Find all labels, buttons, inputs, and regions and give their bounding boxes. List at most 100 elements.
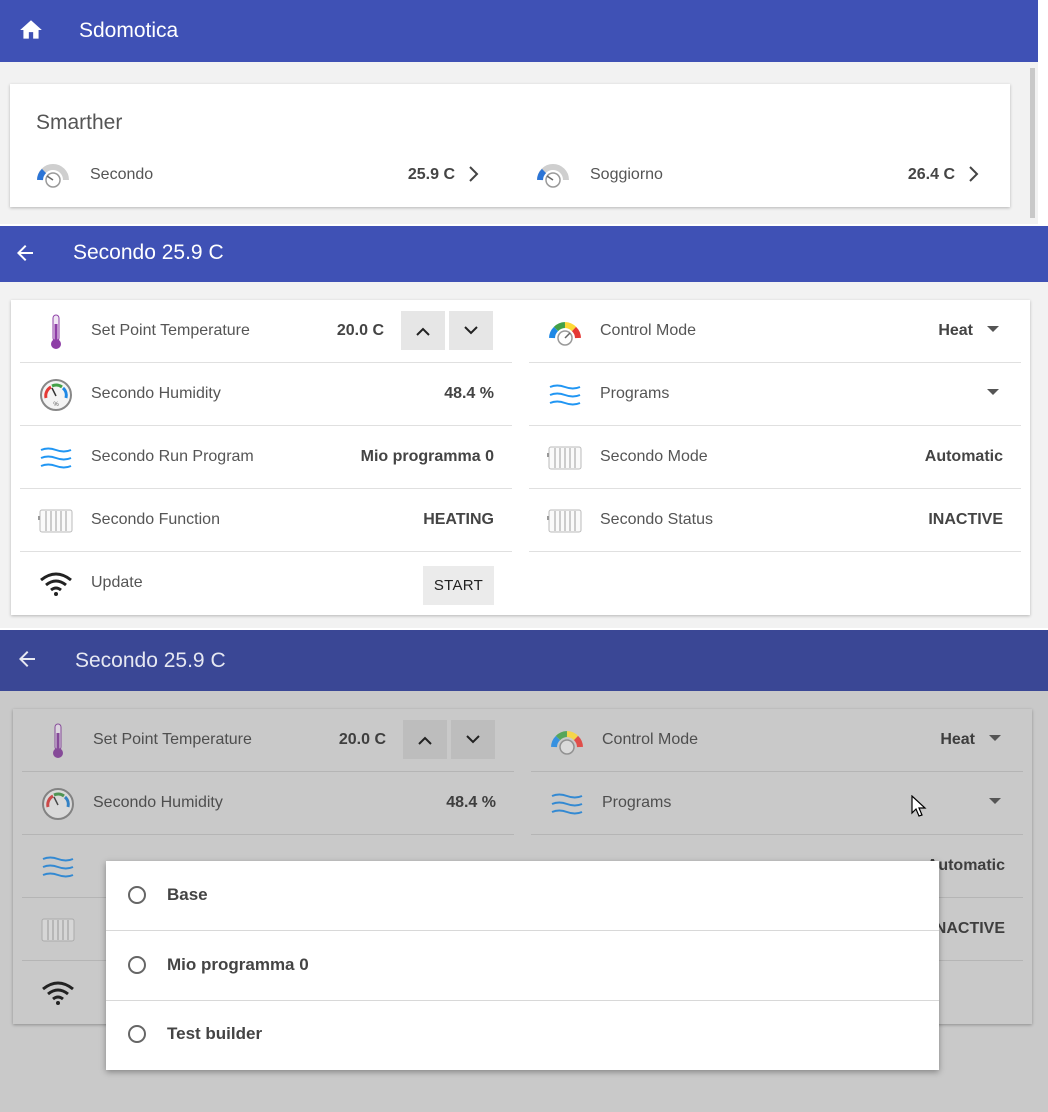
dropdown-arrow-icon[interactable] [987, 326, 999, 332]
program-option-base[interactable]: Base [106, 861, 939, 931]
radiator-icon [547, 503, 583, 539]
row-label: Secondo Humidity [91, 385, 221, 402]
app-title: Sdomotica [79, 19, 179, 42]
dropdown-arrow-icon[interactable] [989, 798, 1001, 804]
radiator-icon [547, 440, 583, 476]
setpoint-value: 20.0 C [336, 322, 384, 339]
mode-gauge-icon [547, 314, 583, 350]
program-option-test-builder[interactable]: Test builder [106, 1000, 939, 1070]
row-label: Set Point Temperature [93, 731, 252, 748]
row-label: Set Point Temperature [91, 322, 250, 339]
start-update-button[interactable]: START [423, 566, 494, 605]
chevron-down-icon [464, 325, 478, 334]
function-row: Secondo Function HEATING [20, 489, 512, 552]
dropdown-arrow-icon[interactable] [989, 735, 1001, 741]
programs-popup: Base Mio programma 0 Test builder [106, 861, 939, 1070]
humidity-value: 48.4 % [444, 385, 494, 402]
radio-button[interactable] [128, 886, 146, 904]
programs-row[interactable]: Programs [529, 363, 1021, 426]
humidity-value: 48.4 % [446, 794, 496, 811]
humidity-row: % Secondo Humidity 48.4 % [20, 363, 512, 426]
row-label: Control Mode [600, 322, 697, 339]
program-option-mio-programma[interactable]: Mio programma 0 [106, 931, 939, 1001]
detail-app-bar: Secondo 25.9 C [0, 226, 1048, 282]
radio-button[interactable] [128, 956, 146, 974]
chevron-up-icon [418, 736, 432, 745]
programs-row[interactable]: Programs [531, 772, 1023, 835]
update-row: Update START [20, 552, 512, 615]
function-value: HEATING [423, 511, 494, 528]
thermometer-icon [38, 314, 74, 350]
setpoint-row: Set Point Temperature 20.0 C [20, 300, 512, 363]
detail-title: Secondo 25.9 C [73, 241, 224, 264]
control-mode-value: Heat [938, 322, 973, 339]
hygrometer-icon: % [38, 377, 74, 413]
humidity-row: Secondo Humidity 48.4 % [22, 772, 514, 835]
device-row-soggiorno[interactable]: Soggiorno 26.4 C [536, 160, 981, 190]
row-label: Secondo Mode [600, 448, 708, 465]
mode-gauge-icon [549, 723, 585, 759]
status-value: INACTIVE [930, 920, 1005, 937]
increase-button[interactable] [403, 720, 447, 759]
increase-button[interactable] [401, 311, 445, 350]
row-label: Update [91, 574, 143, 591]
thermostat-gauge-icon [536, 160, 570, 195]
setpoint-value: 20.0 C [338, 731, 386, 748]
status-row: Secondo Status INACTIVE [529, 489, 1021, 552]
mouse-cursor-icon [911, 794, 927, 824]
smarther-card: Smarther Secondo 25.9 C Soggiorno 26.4 C [10, 84, 1010, 207]
radio-button[interactable] [128, 1025, 146, 1043]
app-bar: Sdomotica [0, 0, 1038, 62]
chevron-up-icon [416, 327, 430, 336]
radiator-icon [40, 912, 76, 948]
mode-row: Secondo Mode Automatic [529, 426, 1021, 489]
device-name: Secondo [90, 166, 154, 183]
detail-title: Secondo 25.9 C [75, 649, 226, 672]
control-mode-row[interactable]: Control Mode Heat [531, 709, 1023, 772]
row-label: Control Mode [602, 731, 699, 748]
detail-card: Set Point Temperature 20.0 C % Secondo H… [11, 300, 1030, 615]
control-mode-value: Heat [940, 731, 975, 748]
row-label: Programs [600, 385, 670, 402]
hygrometer-icon [40, 786, 76, 822]
chevron-right-icon [967, 163, 981, 190]
thermometer-icon [40, 723, 76, 759]
row-label: Secondo Humidity [93, 794, 223, 811]
control-mode-row[interactable]: Control Mode Heat [529, 300, 1021, 363]
dropdown-arrow-icon[interactable] [987, 389, 999, 395]
row-label: Secondo Function [91, 511, 220, 528]
setpoint-row: Set Point Temperature 20.0 C [22, 709, 514, 772]
radiator-icon [38, 503, 74, 539]
row-label: Programs [602, 794, 672, 811]
waves-icon [547, 377, 583, 413]
option-label: Base [167, 885, 208, 904]
device-temperature: 25.9 C [407, 166, 455, 183]
decrease-button[interactable] [449, 311, 493, 350]
detail-app-bar-dimmed: Secondo 25.9 C [0, 630, 1048, 691]
svg-text:%: % [53, 402, 59, 408]
waves-icon [38, 440, 74, 476]
chevron-down-icon [466, 734, 480, 743]
row-label: Secondo Run Program [91, 448, 254, 465]
chevron-right-icon [467, 163, 481, 190]
home-icon[interactable] [17, 16, 45, 44]
decrease-button[interactable] [451, 720, 495, 759]
mode-value: Automatic [924, 448, 1003, 465]
device-temperature: 26.4 C [907, 166, 955, 183]
run-program-value: Mio programma 0 [360, 448, 494, 465]
device-name: Soggiorno [590, 166, 663, 183]
row-label: Secondo Status [600, 511, 713, 528]
thermostat-gauge-icon [36, 160, 70, 195]
waves-icon [549, 786, 585, 822]
device-row-secondo[interactable]: Secondo 25.9 C [36, 160, 481, 190]
card-title: Smarther [36, 111, 123, 134]
wifi-icon [38, 566, 74, 602]
back-arrow-icon[interactable] [14, 646, 40, 672]
option-label: Mio programma 0 [167, 955, 309, 974]
status-value: INACTIVE [928, 511, 1003, 528]
wifi-icon [40, 975, 76, 1011]
option-label: Test builder [167, 1024, 263, 1043]
run-program-row: Secondo Run Program Mio programma 0 [20, 426, 512, 489]
back-arrow-icon[interactable] [12, 240, 38, 266]
scrollbar[interactable] [1030, 68, 1035, 218]
